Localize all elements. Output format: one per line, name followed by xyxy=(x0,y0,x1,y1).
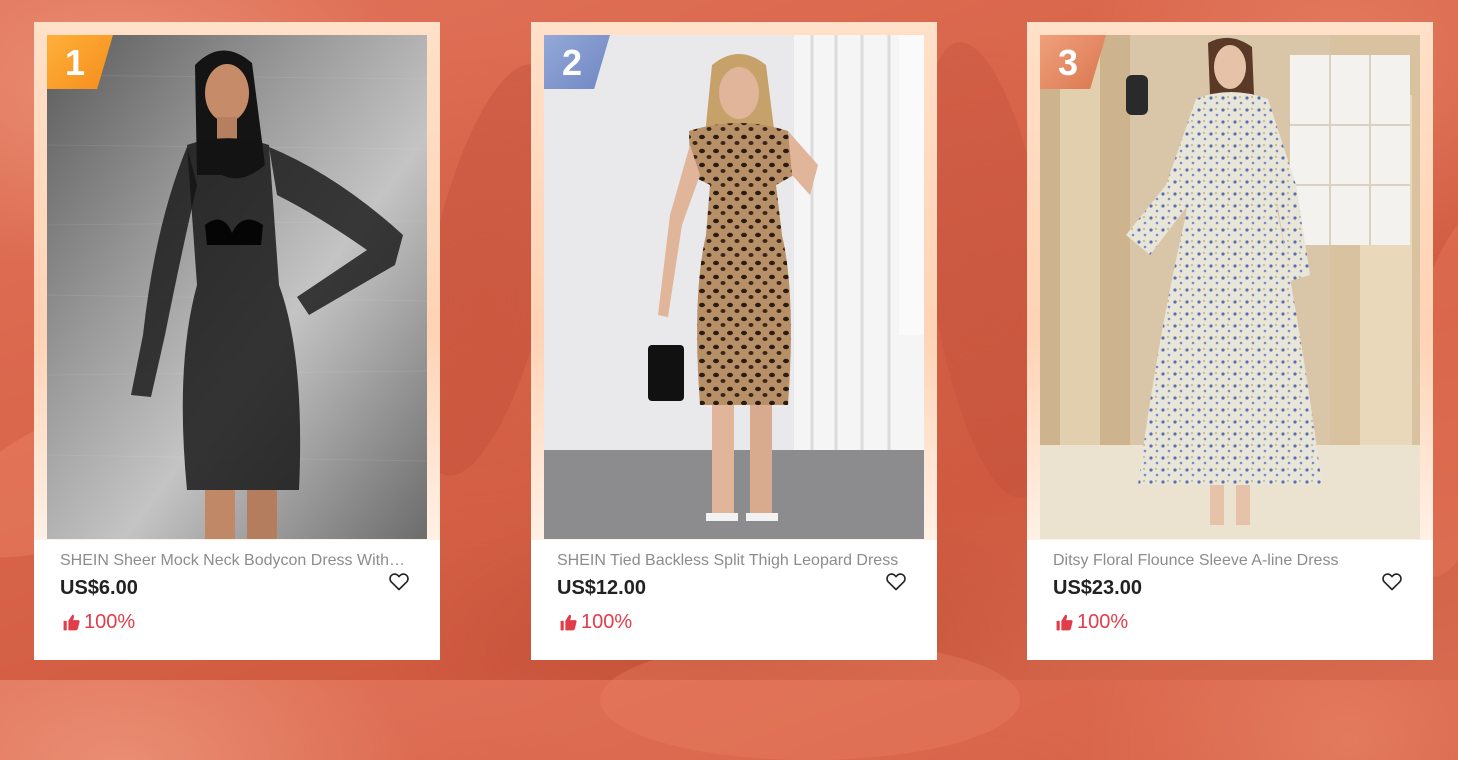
rating-percent: 100% xyxy=(1077,610,1129,633)
product-image[interactable] xyxy=(544,35,924,539)
product-price: US$6.00 xyxy=(60,577,138,599)
heart-outline-icon[interactable] xyxy=(884,569,908,593)
rank-number: 2 xyxy=(561,42,583,83)
rating: 100% xyxy=(62,611,135,633)
product-price: US$23.00 xyxy=(1053,577,1142,599)
heart-outline-icon[interactable] xyxy=(387,569,411,593)
product-card[interactable]: 1 SHEIN Sheer Mock Neck Bodycon Dress Wi… xyxy=(34,22,440,660)
rank-number: 3 xyxy=(1057,42,1079,83)
product-title[interactable]: Ditsy Floral Flounce Sleeve A-line Dress xyxy=(1053,552,1403,570)
thumbs-up-icon xyxy=(1056,614,1073,630)
thumbs-up-icon xyxy=(560,614,577,630)
thumbs-up-icon xyxy=(63,614,80,630)
rank-number: 1 xyxy=(64,42,86,83)
rating-percent: 100% xyxy=(581,610,633,633)
rating: 100% xyxy=(559,611,632,633)
rating: 100% xyxy=(1055,611,1128,633)
product-card[interactable]: 3 Ditsy Floral Flounce Sleeve A-line Dre… xyxy=(1027,22,1433,660)
product-title[interactable]: SHEIN Sheer Mock Neck Bodycon Dress With… xyxy=(60,552,410,570)
product-image[interactable] xyxy=(1040,35,1420,539)
heart-outline-icon[interactable] xyxy=(1380,569,1404,593)
product-title[interactable]: SHEIN Tied Backless Split Thigh Leopard … xyxy=(557,552,907,570)
product-image[interactable] xyxy=(47,35,427,539)
rating-percent: 100% xyxy=(84,610,136,633)
product-price: US$12.00 xyxy=(557,577,646,599)
product-card[interactable]: 2 SHEIN Tied Backless Split Thigh Leopar… xyxy=(531,22,937,660)
